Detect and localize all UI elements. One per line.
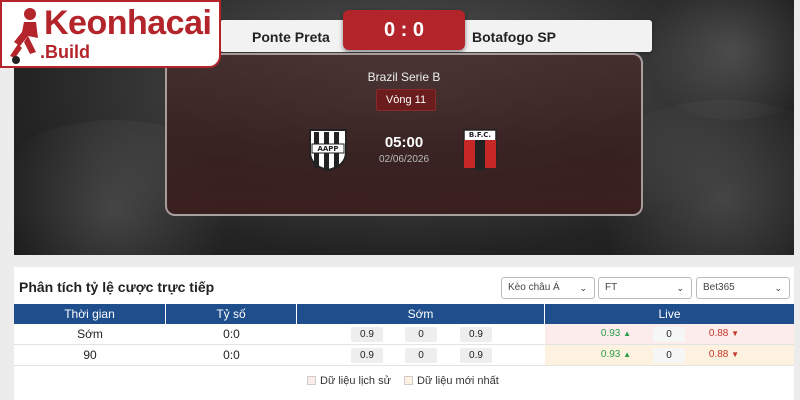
arrow-down-icon: ▼ (731, 329, 740, 338)
arrow-up-icon: ▲ (623, 329, 632, 338)
chevron-down-icon: ⌄ (676, 283, 684, 293)
svg-text:AAPP: AAPP (317, 145, 338, 153)
market-select-value: Kèo châu Á (508, 282, 560, 293)
logo-wordmark: Keonhacai (44, 4, 212, 42)
row-score: 0:0 (223, 348, 240, 362)
ponte-preta-crest-icon[interactable]: AAPP (306, 126, 350, 172)
column-header-time: Thời gian (14, 304, 166, 324)
live-away-odd[interactable]: 0.88 ▼ (704, 324, 744, 344)
logo-domain: .Build (40, 42, 90, 62)
round-badge: Vòng 11 (376, 89, 436, 111)
arrow-down-icon: ▼ (731, 350, 740, 359)
period-select[interactable]: FT ⌄ (598, 277, 692, 299)
live-away-odd[interactable]: 0.88 ▼ (704, 345, 744, 365)
live-away-odd-value: 0.88 (708, 328, 729, 339)
market-select[interactable]: Kèo châu Á ⌄ (501, 277, 595, 299)
svg-text:B.F.C.: B.F.C. (469, 131, 491, 139)
early-away-odd[interactable]: 0.9 (460, 327, 492, 342)
table-row[interactable]: 90 0:0 0.9 0 0.9 0.93 ▲ 0 0.88 ▼ (14, 345, 794, 366)
kickoff-date: 02/06/2026 (378, 154, 430, 165)
live-home-odd-value: 0.93 (600, 328, 621, 339)
site-logo[interactable]: Keonhacai .Build (0, 0, 221, 68)
live-handicap[interactable]: 0 (653, 327, 685, 342)
legend-swatch (404, 376, 413, 385)
smoke-decoration (634, 0, 794, 120)
column-header-live: Live (658, 307, 681, 321)
row-time: Sớm (77, 327, 103, 341)
live-handicap[interactable]: 0 (653, 348, 685, 363)
kickoff-time: 05:00 (384, 134, 424, 151)
home-team-name[interactable]: Ponte Preta (252, 29, 330, 45)
league-name[interactable]: Brazil Serie B (167, 70, 641, 84)
early-handicap[interactable]: 0 (405, 348, 437, 363)
live-home-odd[interactable]: 0.93 ▲ (596, 345, 636, 365)
legend-label: Dữ liệu lịch sử (320, 375, 391, 387)
period-select-value: FT (605, 282, 618, 293)
column-header-score: Tỷ số (166, 304, 297, 324)
match-info-card: Brazil Serie B Vòng 11 05:00 02/06/2026 (165, 53, 643, 216)
arrow-up-icon: ▲ (623, 350, 632, 359)
legend-swatch (307, 376, 316, 385)
odds-table-header: Thời gian Tỷ số Sớm Live (14, 304, 794, 324)
live-home-odd[interactable]: 0.93 ▲ (596, 324, 636, 344)
match-score: 0 : 0 (343, 10, 465, 50)
row-time: 90 (83, 348, 97, 362)
live-away-odd-value: 0.88 (708, 349, 729, 360)
early-away-odd[interactable]: 0.9 (460, 348, 492, 363)
away-team-name[interactable]: Botafogo SP (472, 29, 556, 45)
panel-title: Phân tích tỷ lệ cược trực tiếp (19, 279, 215, 295)
early-home-odd[interactable]: 0.9 (351, 327, 383, 342)
legend-label: Dữ liệu mới nhất (417, 375, 499, 387)
bookmaker-select[interactable]: Bet365 ⌄ (696, 277, 790, 299)
botafogo-crest-icon[interactable]: B.F.C. (458, 126, 502, 172)
odds-analysis-panel: Phân tích tỷ lệ cược trực tiếp Kèo châu … (14, 267, 794, 400)
early-home-odd[interactable]: 0.9 (351, 348, 383, 363)
live-home-odd-value: 0.93 (600, 349, 621, 360)
legend-latest: Dữ liệu mới nhất (404, 375, 499, 387)
column-header-early: Sớm (297, 304, 545, 324)
chevron-down-icon: ⌄ (579, 283, 587, 293)
table-row[interactable]: Sớm 0:0 0.9 0 0.9 0.93 ▲ 0 0.88 ▼ (14, 324, 794, 345)
legend-history: Dữ liệu lịch sử (307, 375, 391, 387)
bookmaker-select-value: Bet365 (703, 282, 735, 293)
chevron-down-icon: ⌄ (774, 283, 782, 293)
row-score: 0:0 (223, 327, 240, 341)
early-handicap[interactable]: 0 (405, 327, 437, 342)
